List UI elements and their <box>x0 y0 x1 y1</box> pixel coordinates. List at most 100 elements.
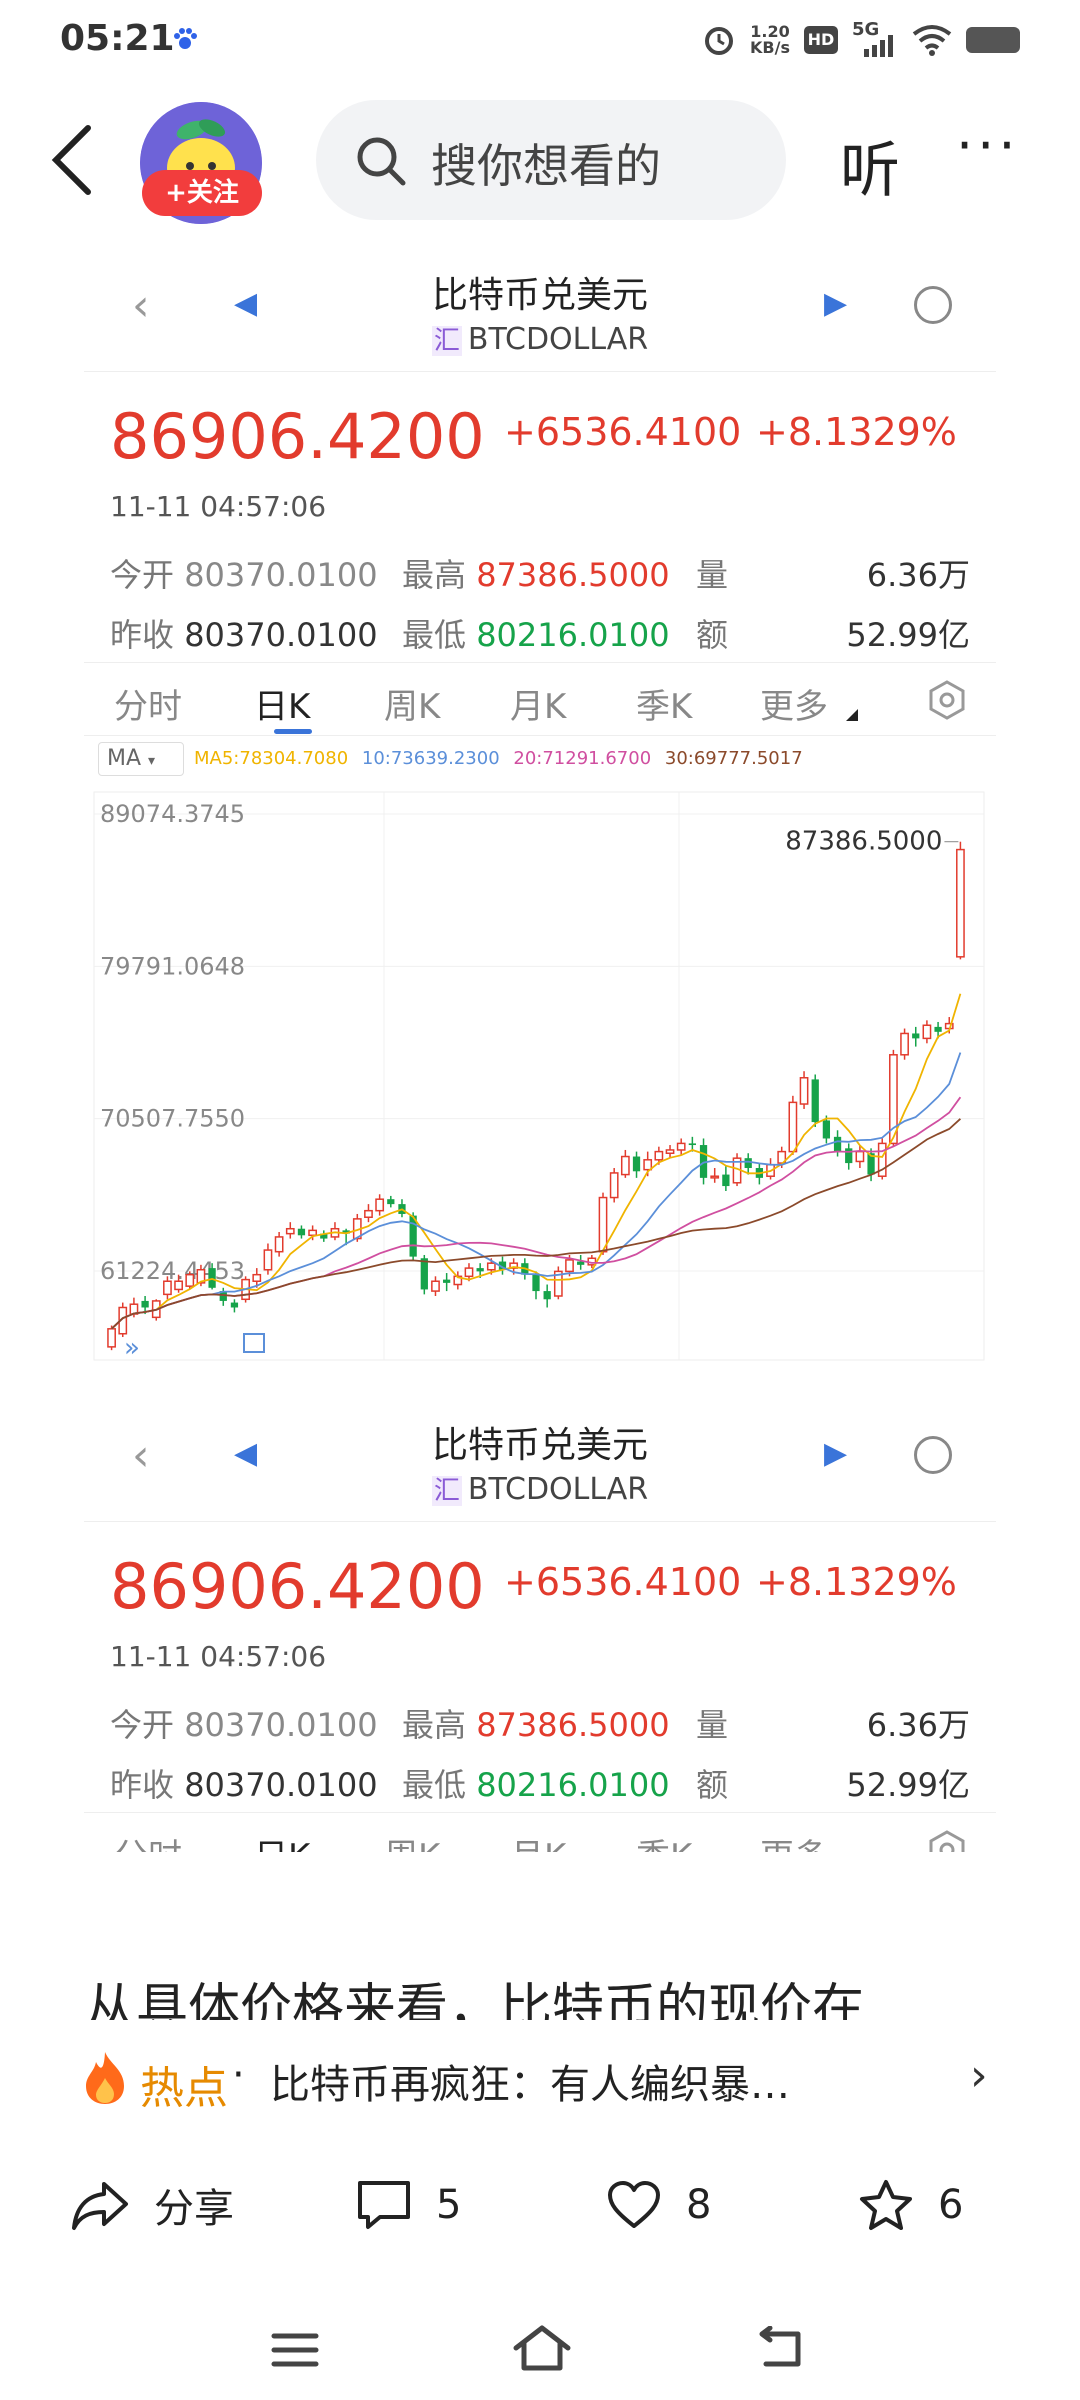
candle-body <box>420 1258 428 1290</box>
tab-weekly-k[interactable]: 周K <box>384 679 440 728</box>
quote-panel: 86906.4200 +6536.4100 +8.1329% 11-11 04:… <box>84 372 996 662</box>
candle-body <box>565 1259 574 1273</box>
low-value: 80216.0100 <box>476 616 670 654</box>
quote-panel: 86906.4200 +6536.4100 +8.1329% 11-11 04:… <box>84 1522 996 1812</box>
favorite-count: 6 <box>938 2182 964 2228</box>
fire-icon <box>86 2052 124 2104</box>
wifi-icon <box>912 25 952 56</box>
follow-button[interactable]: +关注 <box>142 170 262 216</box>
candle-body <box>476 1268 484 1272</box>
tab-quarterly-k[interactable]: 季K <box>636 1829 692 1852</box>
favorite-button[interactable]: 6 <box>858 2170 963 2240</box>
candle-body <box>788 1101 798 1153</box>
prev-close-value: 80370.0100 <box>184 1766 378 1804</box>
candle-body <box>285 1227 295 1235</box>
stock-symbol: 汇 BTCDOLLAR <box>431 322 649 357</box>
back-nav-icon[interactable] <box>756 2326 808 2372</box>
listen-button[interactable]: 听 <box>840 122 900 209</box>
stock-header: ‹ ◀ 比特币兑美元 汇 BTCDOLLAR ▶ <box>84 1392 996 1522</box>
kline-chart-area[interactable]: 89074.3745 79791.0648 70507.7550 61224.4453… <box>84 784 996 1370</box>
candle-body <box>744 1158 752 1169</box>
tab-quarterly-k[interactable]: 季K <box>636 679 692 728</box>
candle-body <box>822 1120 831 1139</box>
stock-search-icon[interactable] <box>914 286 952 324</box>
candle-body <box>676 1142 686 1151</box>
ma-select[interactable]: MA ▾ <box>98 742 184 776</box>
next-stock-icon[interactable]: ▶ <box>824 1436 847 1471</box>
like-button[interactable]: 8 <box>606 2170 711 2240</box>
candle-body <box>922 1024 932 1040</box>
quote-timestamp: 11-11 04:57:06 <box>110 490 327 523</box>
candle-body <box>543 1291 551 1300</box>
high-label: 最高 <box>402 1706 467 1744</box>
tab-more[interactable]: 更多 <box>760 1829 828 1852</box>
share-label: 分享 <box>154 2186 234 2232</box>
settings-icon[interactable] <box>926 679 968 721</box>
active-tab-underline <box>274 729 312 734</box>
hot-label: 热点 <box>140 2063 228 2114</box>
prev-close-label: 昨收 <box>110 1766 175 1804</box>
y-tick-label: 79791.0648 <box>100 952 245 980</box>
tab-monthly-k[interactable]: 月K <box>510 1829 566 1852</box>
open-label: 今开 <box>110 1706 175 1744</box>
candle-body <box>900 1032 909 1056</box>
stock-title: 比特币兑美元 <box>431 275 648 316</box>
tab-monthly-k[interactable]: 月K <box>510 679 566 728</box>
candle-body <box>230 1302 239 1308</box>
status-bar: 05:21 1.20 KB/s HD 5G <box>0 0 1080 80</box>
candle-body <box>845 1148 853 1164</box>
candle-body <box>855 1150 865 1163</box>
open-value: 80370.0100 <box>184 1706 378 1744</box>
max-price-label: 87386.5000 <box>785 827 942 857</box>
comment-button[interactable]: 5 <box>356 2170 461 2240</box>
back-icon[interactable] <box>40 120 110 200</box>
battery-icon <box>966 27 1020 53</box>
candle-body <box>620 1155 630 1176</box>
candle-body <box>274 1236 284 1253</box>
home-icon[interactable] <box>512 2322 572 2374</box>
stock-search-icon[interactable] <box>914 1436 952 1474</box>
volume-value: 6.36万 <box>866 1706 970 1744</box>
amount-label: 额 <box>696 1766 729 1804</box>
candle-body <box>486 1262 496 1271</box>
candle-body <box>308 1229 318 1237</box>
low-label: 最低 <box>402 1766 467 1804</box>
volume-label: 量 <box>696 556 729 594</box>
candle-body <box>632 1156 641 1172</box>
ma30-value: 30:69777.5017 <box>664 748 803 769</box>
next-stock-icon[interactable]: ▶ <box>824 286 847 321</box>
tab-intraday[interactable]: 分时 <box>114 1829 182 1852</box>
ma-values: MA5:78304.7080 10:73639.2300 20:71291.67… <box>194 748 803 769</box>
menu-icon[interactable] <box>270 2330 320 2370</box>
tab-intraday[interactable]: 分时 <box>114 679 182 728</box>
heart-icon <box>608 2181 660 2228</box>
prev-close-label: 昨收 <box>110 616 175 654</box>
candle-body <box>665 1149 675 1154</box>
alarm-icon <box>705 27 734 55</box>
high-value: 87386.5000 <box>476 556 670 594</box>
kline-chart[interactable]: 89074.3745 79791.0648 70507.7550 61224.4453… <box>84 784 996 1370</box>
candle-body <box>811 1079 819 1123</box>
stock-header: ‹ ◀ 比特币兑美元 汇 BTCDOLLAR ▶ <box>84 242 996 372</box>
hot-topic-row[interactable]: 热点 · 比特币再疯狂：有人编织暴… › <box>80 2046 1010 2114</box>
more-button[interactable]: ··· <box>956 114 1020 177</box>
hd-badge: HD <box>804 26 838 54</box>
tab-more[interactable]: 更多 <box>760 679 828 728</box>
current-price: 86906.4200 <box>110 1550 485 1623</box>
candle-body <box>387 1199 395 1205</box>
tab-weekly-k[interactable]: 周K <box>384 1829 440 1852</box>
tab-daily-k[interactable]: 日K <box>254 679 310 728</box>
candle-body <box>598 1196 608 1253</box>
amount-value: 52.99亿 <box>846 616 970 654</box>
expand-left-icon: » <box>124 1333 140 1363</box>
open-value: 80370.0100 <box>184 556 378 594</box>
search-box[interactable]: 搜你想看的 <box>316 100 786 220</box>
amount-label: 额 <box>696 616 729 654</box>
star-icon <box>860 2180 912 2230</box>
settings-icon[interactable] <box>926 1829 968 1852</box>
stock-title: 比特币兑美元 <box>431 1425 648 1466</box>
tab-daily-k[interactable]: 日K <box>254 1829 310 1852</box>
fullscreen-icon <box>243 1333 265 1353</box>
low-label: 最低 <box>402 616 467 654</box>
share-button[interactable]: 分享 <box>70 2170 234 2240</box>
